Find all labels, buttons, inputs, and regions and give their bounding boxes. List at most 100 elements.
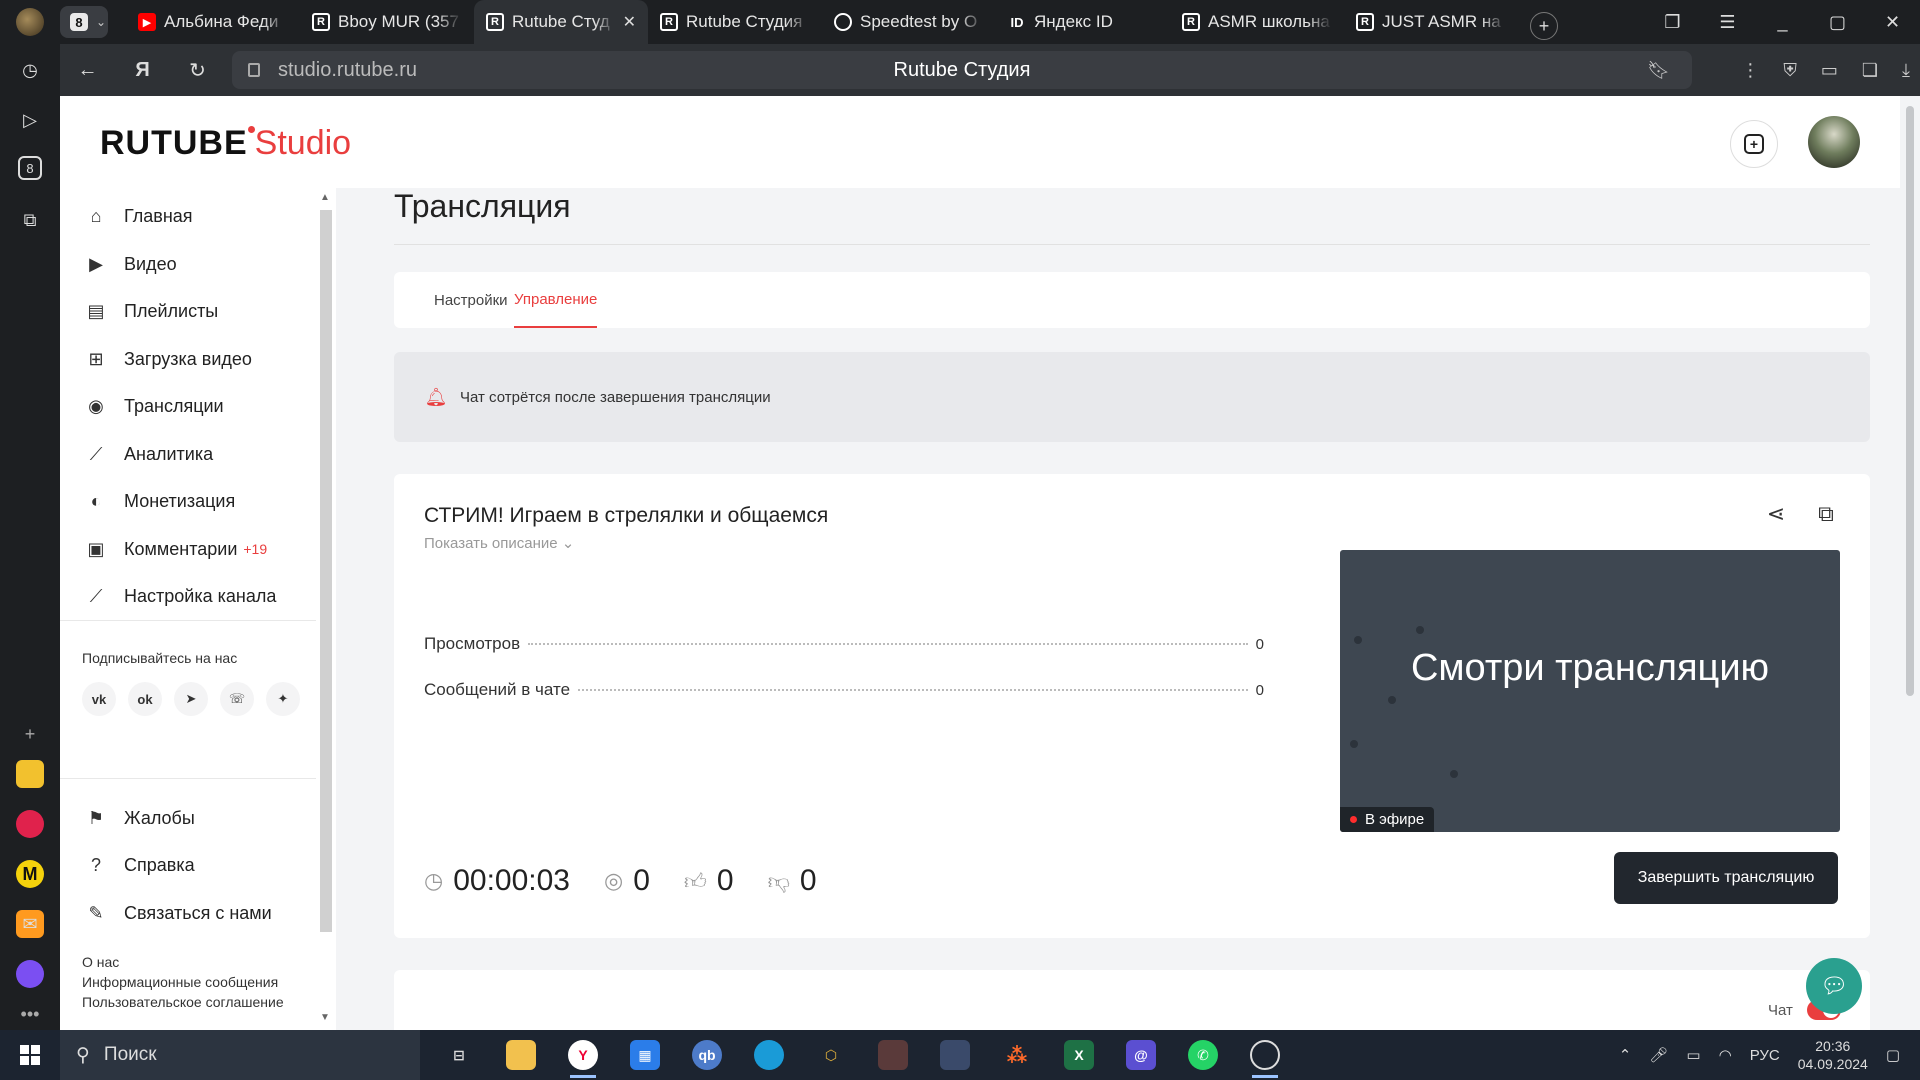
bookmark-icon[interactable]: 🔖︎ (1647, 60, 1670, 81)
game-app-icon[interactable] (16, 760, 44, 788)
taskbar-city[interactable] (924, 1030, 986, 1080)
browser-tab[interactable]: ▶ Альбина Феди (126, 0, 300, 44)
taskbar-store[interactable]: ▦ (614, 1030, 676, 1080)
taskbar-qbittorrent[interactable]: qb (676, 1030, 738, 1080)
page-scrollbar[interactable] (1900, 96, 1920, 1030)
browser-tab-active[interactable]: R Rutube Студ ✕ (474, 0, 648, 44)
create-button[interactable]: + (1730, 120, 1778, 168)
language-indicator[interactable]: РУС (1750, 1047, 1780, 1064)
menu-icon[interactable]: ☰ (1700, 12, 1755, 33)
mail-app-icon[interactable]: ✉ (16, 910, 44, 938)
sidebar-item-video[interactable]: ▶ Видео (84, 250, 177, 278)
tab-counter-icon[interactable]: 8 (18, 156, 42, 180)
footer-link-info[interactable]: Информационные сообщения (82, 972, 284, 992)
market-app-icon[interactable]: M (16, 860, 44, 888)
footer-link-agreement[interactable]: Пользовательское соглашение (82, 992, 284, 1012)
play-icon[interactable]: ▷ (16, 106, 44, 134)
microphone-icon[interactable]: 🎤︎ (1649, 1046, 1668, 1064)
collections-icon[interactable]: ❐ (1645, 12, 1700, 33)
taskbar-yandex-browser[interactable]: Y (552, 1030, 614, 1080)
minimize-button[interactable]: _ (1755, 12, 1810, 33)
taskbar-edge[interactable] (738, 1030, 800, 1080)
taskbar-search[interactable]: ⚲ Поиск (60, 1030, 420, 1080)
show-description-link[interactable]: Показать описание ⌄ (424, 534, 574, 552)
viber-icon[interactable]: ☏ (220, 682, 254, 716)
sidebar-item-monetization[interactable]: ◐ Монетизация (84, 487, 236, 515)
close-tab-icon[interactable]: ✕ (623, 12, 636, 32)
sidebar-item-home[interactable]: ⌂ Главная (84, 202, 193, 230)
browser-tab[interactable]: R Bboy MUR (357 (300, 0, 474, 44)
sidebar-item-contact[interactable]: ✎ Связаться с нами (84, 899, 271, 927)
taskbar-excel[interactable]: X (1048, 1030, 1110, 1080)
scrollbar-thumb[interactable] (320, 210, 332, 932)
avatar[interactable] (1808, 116, 1860, 168)
wifi-icon[interactable]: ◠ (1719, 1046, 1732, 1064)
ok-icon[interactable]: ok (128, 682, 162, 716)
sidebar-item-complaints[interactable]: ⚑ Жалобы (84, 804, 195, 832)
vk-icon[interactable]: vk (82, 682, 116, 716)
sidebar-item-playlists[interactable]: ▤ Плейлисты (84, 297, 218, 325)
page: RUTUBE Studio + ⌂ Главная ▶ Видео ▤ Плейл… (60, 96, 1900, 1030)
footer-link-about[interactable]: О нас (82, 952, 284, 972)
sidebar-item-broadcasts[interactable]: ◉ Трансляции (84, 392, 224, 420)
browser-tab[interactable]: R ASMR школьна (1170, 0, 1344, 44)
shield-icon[interactable]: ⛨ (1783, 60, 1797, 81)
taskbar-app-gold[interactable]: ⬡ (800, 1030, 862, 1080)
sidebar-item-analytics[interactable]: ⟋ Аналитика (84, 440, 213, 468)
stream-preview[interactable]: Смотри трансляцию В эфире (1340, 550, 1840, 832)
taskbar-explorer[interactable] (490, 1030, 552, 1080)
close-window-button[interactable]: ✕ (1865, 12, 1920, 33)
scroll-down-icon[interactable]: ▼ (320, 1012, 330, 1023)
browser-tab[interactable]: Speedtest by O (822, 0, 996, 44)
sidebar-item-help[interactable]: ? Справка (84, 851, 195, 879)
sidebar-item-comments[interactable]: ▣ Комментарии +19 (84, 535, 267, 563)
alice-app-icon[interactable] (16, 960, 44, 988)
end-stream-button[interactable]: Завершить трансляцию (1614, 852, 1838, 904)
external-link-icon[interactable]: ⧉ (1812, 500, 1840, 528)
task-view-button[interactable]: ⊟ (428, 1030, 490, 1080)
browser-tab[interactable]: R JUST ASMR на (1344, 0, 1518, 44)
add-icon[interactable]: + (16, 720, 44, 748)
download-icon[interactable]: ⤓ (1902, 60, 1910, 81)
yandex-icon[interactable]: Я (115, 59, 170, 82)
reader-icon[interactable]: ❏ (1862, 60, 1878, 81)
sidebar-scrollbar[interactable]: ▲ ▼ (316, 188, 336, 1030)
sidebar-item-upload[interactable]: ⊞ Загрузка видео (84, 345, 251, 373)
sidebar-item-channel-settings[interactable]: ⟋ Настройка канала (84, 582, 277, 610)
battery-icon[interactable]: ▭ (1686, 1046, 1700, 1064)
more-vertical-icon[interactable]: ⋮ (1741, 60, 1759, 81)
battery-icon[interactable]: ▭ (1821, 60, 1838, 81)
taskbar-whatsapp[interactable]: ✆ (1172, 1030, 1234, 1080)
browser-tab[interactable]: R Rutube Студия (648, 0, 822, 44)
tab-settings[interactable]: Настройки (434, 272, 508, 328)
clock[interactable]: 20:36 04.09.2024 (1798, 1037, 1868, 1073)
chevron-up-icon[interactable]: ⌃ (1619, 1046, 1632, 1064)
more-icon[interactable]: ••• (16, 1000, 44, 1028)
rutube-studio-logo[interactable]: RUTUBE Studio (100, 124, 351, 163)
sidebar-item-label: Трансляции (124, 395, 224, 416)
browser-tab[interactable]: ID Яндекс ID (996, 0, 1170, 44)
url-field[interactable]: studio.rutube.ru Rutube Студия 🔖︎ (232, 51, 1692, 89)
support-chat-button[interactable]: 💬︎ (1806, 958, 1862, 1014)
new-tab-button[interactable]: + (1530, 12, 1558, 40)
history-icon[interactable]: ◷ (16, 56, 44, 84)
browser-profile-icon[interactable] (16, 8, 44, 36)
scrollbar-thumb[interactable] (1906, 106, 1914, 696)
maximize-button[interactable]: ▢ (1810, 12, 1865, 33)
scroll-up-icon[interactable]: ▲ (320, 192, 330, 203)
tab-management[interactable]: Управление (514, 272, 598, 328)
screenshot-icon[interactable]: ⧉ (16, 206, 44, 234)
tab-count-button[interactable]: 8 ⌄ (60, 6, 108, 38)
telegram-icon[interactable]: ➤ (174, 682, 208, 716)
taskbar-recorder[interactable] (1234, 1030, 1296, 1080)
back-icon[interactable]: ← (60, 59, 115, 82)
share-icon[interactable]: ⋖ (1762, 500, 1790, 528)
start-button[interactable] (0, 1030, 60, 1080)
dzen-icon[interactable]: ✦ (266, 682, 300, 716)
taskbar-proton[interactable]: @ (1110, 1030, 1172, 1080)
taskbar-dots-app[interactable]: ⁂ (986, 1030, 1048, 1080)
taskbar-game[interactable] (862, 1030, 924, 1080)
opera-app-icon[interactable] (16, 810, 44, 838)
notifications-icon[interactable]: ▢ (1886, 1046, 1900, 1064)
reload-icon[interactable]: ↻ (170, 58, 225, 83)
